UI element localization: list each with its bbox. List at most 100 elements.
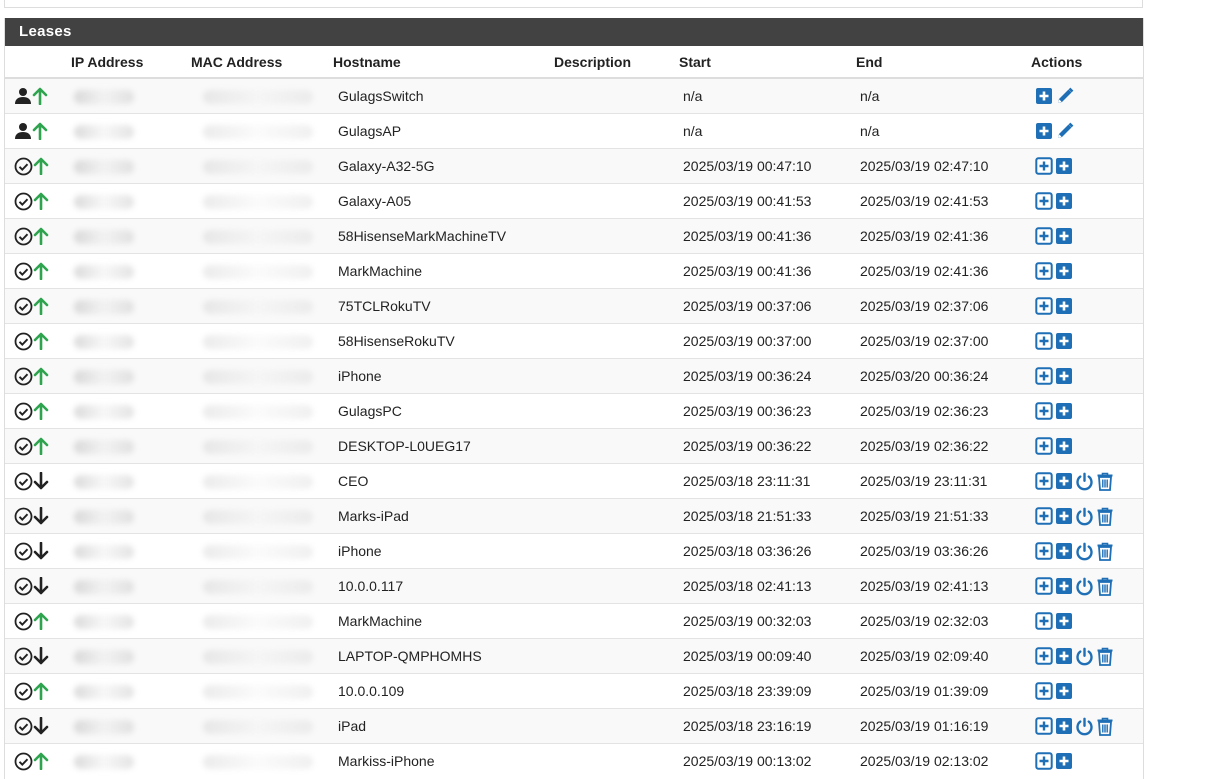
header-end[interactable]: End xyxy=(855,46,1031,79)
add-wol-mapping-icon[interactable] xyxy=(1055,612,1075,630)
power-icon[interactable] xyxy=(1075,472,1096,490)
add-static-mapping-icon[interactable] xyxy=(1035,297,1055,315)
add-wol-mapping-icon[interactable] xyxy=(1055,577,1075,594)
power-icon[interactable] xyxy=(1075,507,1096,525)
actions-cell xyxy=(1031,148,1143,184)
add-static-mapping-icon[interactable] xyxy=(1035,437,1055,455)
add-wol-mapping-icon[interactable] xyxy=(1055,297,1075,315)
add-wol-mapping-icon[interactable] xyxy=(1055,752,1075,770)
trash-icon[interactable] xyxy=(1096,647,1116,666)
start-cell: 2025/03/18 02:41:13 xyxy=(678,568,855,604)
mac-address-cell xyxy=(183,673,333,709)
add-wol-mapping-icon[interactable] xyxy=(1055,682,1075,700)
add-static-mapping-icon[interactable] xyxy=(1035,332,1055,350)
trash-icon[interactable] xyxy=(1096,507,1116,526)
add-static-mapping-icon[interactable] xyxy=(1035,192,1055,210)
mac-address-cell xyxy=(183,288,333,324)
end-cell: 2025/03/19 02:41:36 xyxy=(855,253,1031,289)
arrow-down-icon xyxy=(33,646,49,665)
header-description[interactable]: Description xyxy=(554,46,678,79)
mac-address-cell xyxy=(183,148,333,184)
add-static-mapping-icon[interactable] xyxy=(1035,682,1055,700)
description-cell xyxy=(554,533,678,569)
mac-address-cell xyxy=(183,358,333,394)
ip-address-cell xyxy=(62,77,183,114)
add-static-mapping-icon[interactable] xyxy=(1035,717,1055,735)
redacted-mac xyxy=(203,194,313,209)
user-icon xyxy=(14,122,32,140)
add-wol-mapping-icon[interactable] xyxy=(1055,507,1075,524)
start-cell: 2025/03/19 00:36:23 xyxy=(678,393,855,429)
add-wol-mapping-icon[interactable] xyxy=(1055,332,1075,350)
ip-address-cell xyxy=(62,428,183,464)
status-cell xyxy=(5,463,62,499)
actions-cell xyxy=(1031,183,1143,219)
add-wol-mapping-icon[interactable] xyxy=(1055,367,1075,385)
table-row: 10.0.0.117 2025/03/18 02:41:13 2025/03/1… xyxy=(5,568,1143,604)
add-wol-mapping-icon[interactable] xyxy=(1055,647,1075,664)
end-cell: n/a xyxy=(855,113,1031,149)
ip-address-cell xyxy=(62,358,183,394)
mac-address-cell xyxy=(183,428,333,464)
leases-table: IP Address MAC Address Hostname Descript… xyxy=(5,46,1143,778)
trash-icon[interactable] xyxy=(1096,542,1116,561)
add-plus-icon[interactable] xyxy=(1035,87,1055,104)
status-cell xyxy=(5,323,62,359)
add-wol-mapping-icon[interactable] xyxy=(1055,192,1075,210)
add-plus-icon[interactable] xyxy=(1035,122,1055,139)
description-cell xyxy=(554,253,678,289)
end-cell: 2025/03/19 02:37:06 xyxy=(855,288,1031,324)
header-ip-address[interactable]: IP Address xyxy=(62,46,183,79)
add-wol-mapping-icon[interactable] xyxy=(1055,402,1075,420)
check-circle-icon xyxy=(14,192,33,210)
arrow-down-icon xyxy=(33,506,49,525)
power-icon[interactable] xyxy=(1075,717,1096,735)
power-icon[interactable] xyxy=(1075,542,1096,560)
add-static-mapping-icon[interactable] xyxy=(1035,227,1055,245)
add-static-mapping-icon[interactable] xyxy=(1035,157,1055,175)
add-static-mapping-icon[interactable] xyxy=(1035,507,1055,525)
redacted-mac xyxy=(203,474,313,489)
add-static-mapping-icon[interactable] xyxy=(1035,367,1055,385)
table-row: LAPTOP-QMPHOMHS 2025/03/19 00:09:40 2025… xyxy=(5,638,1143,674)
add-wol-mapping-icon[interactable] xyxy=(1055,472,1075,489)
arrow-up-icon xyxy=(33,367,49,386)
add-wol-mapping-icon[interactable] xyxy=(1055,437,1075,455)
add-static-mapping-icon[interactable] xyxy=(1035,402,1055,420)
status-cell xyxy=(5,393,62,429)
ip-address-cell xyxy=(62,603,183,639)
redacted-ip xyxy=(74,509,134,524)
hostname-cell: MarkMachine xyxy=(333,603,554,639)
add-static-mapping-icon[interactable] xyxy=(1035,577,1055,595)
trash-icon[interactable] xyxy=(1096,472,1116,491)
check-circle-icon xyxy=(14,507,33,525)
add-wol-mapping-icon[interactable] xyxy=(1055,227,1075,245)
edit-pencil-icon[interactable] xyxy=(1055,87,1077,103)
redacted-ip xyxy=(74,334,134,349)
add-wol-mapping-icon[interactable] xyxy=(1055,157,1075,175)
end-cell: 2025/03/19 02:47:10 xyxy=(855,148,1031,184)
redacted-ip xyxy=(74,439,134,454)
add-static-mapping-icon[interactable] xyxy=(1035,612,1055,630)
add-static-mapping-icon[interactable] xyxy=(1035,647,1055,665)
add-static-mapping-icon[interactable] xyxy=(1035,472,1055,490)
ip-address-cell xyxy=(62,393,183,429)
edit-pencil-icon[interactable] xyxy=(1055,122,1077,138)
add-wol-mapping-icon[interactable] xyxy=(1055,542,1075,559)
power-icon[interactable] xyxy=(1075,647,1096,665)
add-static-mapping-icon[interactable] xyxy=(1035,542,1055,560)
arrow-up-icon xyxy=(33,297,49,316)
trash-icon[interactable] xyxy=(1096,577,1116,596)
redacted-mac xyxy=(203,299,313,314)
header-mac-address[interactable]: MAC Address xyxy=(183,46,333,79)
hostname-cell: GulagsAP xyxy=(333,113,554,149)
header-start[interactable]: Start xyxy=(678,46,855,79)
add-static-mapping-icon[interactable] xyxy=(1035,262,1055,280)
arrow-down-icon xyxy=(33,541,49,560)
header-hostname[interactable]: Hostname xyxy=(333,46,554,79)
add-static-mapping-icon[interactable] xyxy=(1035,752,1055,770)
add-wol-mapping-icon[interactable] xyxy=(1055,262,1075,280)
add-wol-mapping-icon[interactable] xyxy=(1055,717,1075,734)
power-icon[interactable] xyxy=(1075,577,1096,595)
trash-icon[interactable] xyxy=(1096,717,1116,736)
